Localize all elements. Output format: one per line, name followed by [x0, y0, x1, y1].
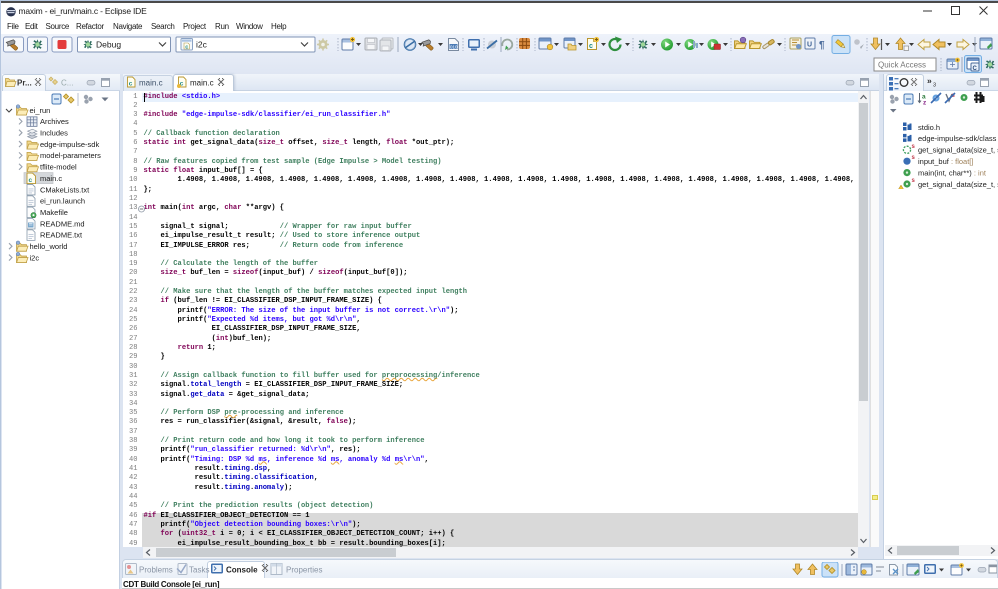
svg-text:Archives: Archives — [40, 117, 69, 126]
svg-text:Properties: Properties — [286, 566, 322, 575]
svg-text:s: s — [912, 155, 916, 161]
svg-text:s: s — [912, 144, 916, 150]
svg-text:stdio.h: stdio.h — [918, 123, 940, 132]
svg-text:c: c — [29, 177, 33, 184]
svg-text:CMakeLists.txt: CMakeLists.txt — [40, 185, 90, 194]
svg-text:input_buf : float[]: input_buf : float[] — [918, 157, 973, 166]
svg-text:edge-impulse-sdk/class: edge-impulse-sdk/class — [918, 134, 997, 143]
svg-text:Debug: Debug — [96, 40, 121, 50]
svg-text:edge-impulse-sdk: edge-impulse-sdk — [40, 140, 99, 149]
svg-text:Makefile: Makefile — [40, 208, 68, 217]
svg-text:get_signal_data(size_t, si: get_signal_data(size_t, si — [918, 146, 998, 155]
svg-text:hello_world: hello_world — [30, 242, 68, 251]
svg-text:model-parameters: model-parameters — [40, 151, 101, 160]
svg-text:010: 010 — [450, 44, 458, 49]
svg-text:ei_run.launch: ei_run.launch — [40, 197, 85, 206]
svg-text:i2c: i2c — [196, 40, 208, 50]
svg-text:C: C — [973, 66, 978, 72]
svg-text:z: z — [923, 100, 927, 107]
svg-text:Console: Console — [226, 566, 258, 575]
svg-text:Includes: Includes — [40, 129, 68, 138]
svg-text:c: c — [129, 81, 133, 88]
svg-text:README.txt: README.txt — [40, 231, 83, 240]
svg-text:i2c: i2c — [30, 253, 40, 262]
svg-text:main.c: main.c — [190, 79, 214, 88]
svg-text:»: » — [927, 76, 932, 86]
svg-text:Tasks: Tasks — [189, 566, 209, 575]
svg-text:Pr...: Pr... — [17, 79, 32, 88]
svg-text:¶: ¶ — [819, 40, 825, 51]
svg-text:c: c — [589, 43, 593, 50]
svg-text:Quick Access: Quick Access — [878, 61, 926, 70]
svg-text:README.md: README.md — [40, 219, 85, 228]
svg-text:C...: C... — [61, 79, 73, 88]
svg-text:tflite-model: tflite-model — [40, 163, 77, 172]
svg-text:3: 3 — [933, 83, 936, 89]
svg-text:U: U — [807, 42, 812, 49]
svg-text:main.c: main.c — [139, 79, 163, 88]
svg-text:s: s — [912, 178, 916, 184]
svg-text:c: c — [185, 44, 188, 50]
svg-text:get_signal_data(size_t, si: get_signal_data(size_t, si — [918, 180, 998, 189]
svg-text:Problems: Problems — [139, 566, 173, 575]
svg-text:ei_run: ei_run — [30, 106, 51, 115]
svg-text:main.c: main.c — [40, 174, 62, 183]
svg-text:main(int, char**) : int: main(int, char**) : int — [918, 168, 987, 177]
